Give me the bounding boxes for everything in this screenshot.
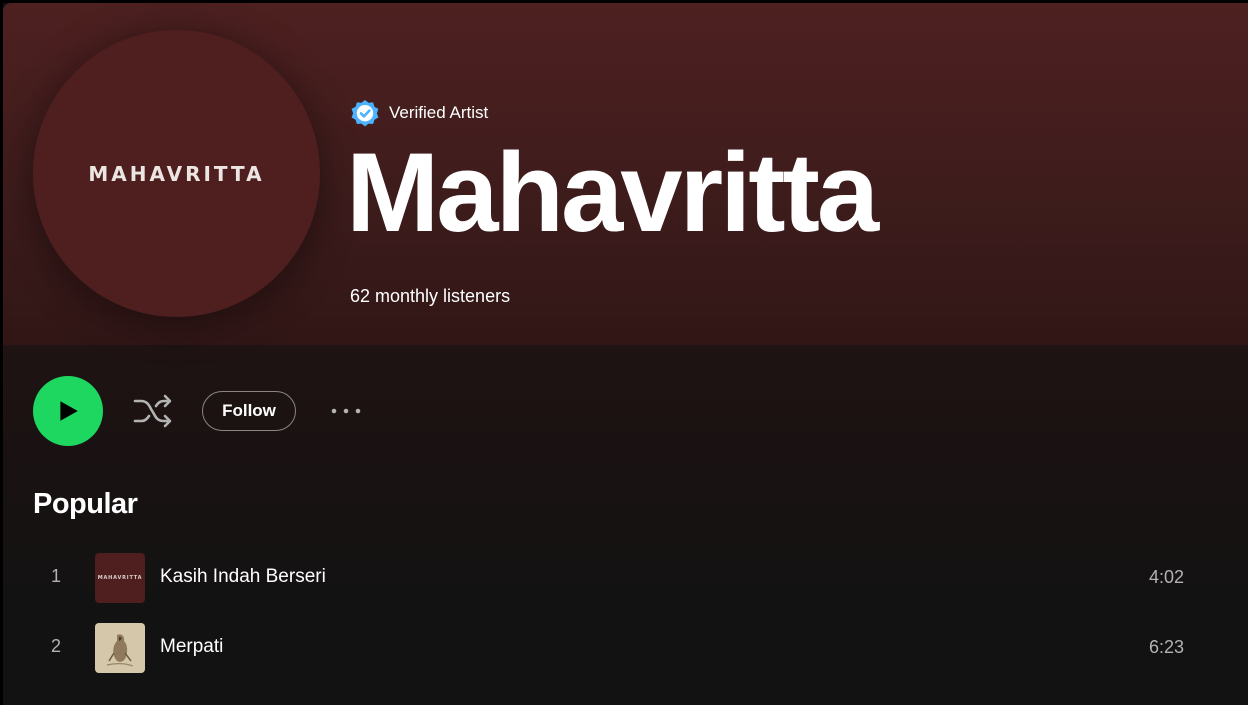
track-row[interactable]: 1 MAHAVRITTA Kasih Indah Berseri 4:02 <box>33 546 1213 610</box>
follow-button[interactable]: Follow <box>202 391 296 431</box>
track-title: Merpati <box>160 636 224 657</box>
artist-logo: MAHAVRITTA <box>88 161 265 186</box>
artist-name: Mahavritta <box>346 130 879 255</box>
artist-page: MAHAVRITTA Verified Artist Mahavritta 62… <box>0 0 1248 705</box>
track-number: 1 <box>51 566 62 586</box>
shuffle-button[interactable] <box>131 391 175 431</box>
play-icon <box>60 401 78 421</box>
verified-artist-row: Verified Artist <box>349 97 488 129</box>
track-title: Kasih Indah Berseri <box>160 566 326 587</box>
track-number: 2 <box>51 636 62 656</box>
verified-artist-label: Verified Artist <box>389 103 489 122</box>
track-cover-art <box>95 623 145 673</box>
more-options-icon <box>331 408 361 414</box>
track-duration: 4:02 <box>1148 567 1184 587</box>
track-cover-art: MAHAVRITTA <box>95 553 145 603</box>
shuffle-icon <box>133 394 172 428</box>
track-duration: 6:23 <box>1148 637 1184 657</box>
artist-avatar: MAHAVRITTA <box>33 30 320 317</box>
monthly-listeners: 62 monthly listeners <box>350 286 511 306</box>
play-button[interactable] <box>33 376 103 446</box>
popular-section-title: Popular <box>33 488 138 520</box>
track-cover-logo: MAHAVRITTA <box>97 575 143 581</box>
verified-badge-icon <box>349 97 381 129</box>
track-row[interactable]: 2 Merpati 6:23 <box>33 616 1213 680</box>
more-options-button[interactable] <box>325 396 367 426</box>
